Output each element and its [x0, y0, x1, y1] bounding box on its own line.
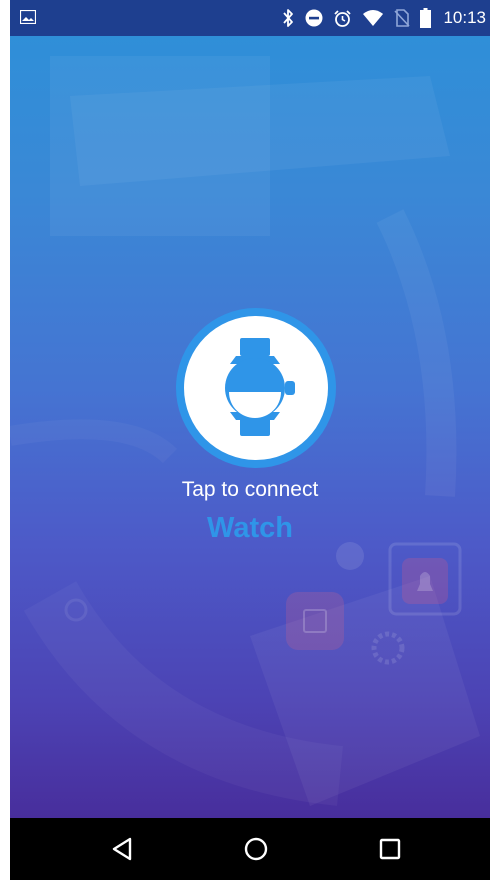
phone-screen: 10:13 Tap to connect Watch: [10, 0, 490, 880]
back-button[interactable]: [103, 829, 143, 869]
watch-icon: [225, 338, 295, 436]
home-button[interactable]: [236, 829, 276, 869]
clock-time: 10:13: [443, 8, 486, 27]
back-icon: [112, 837, 132, 861]
do-not-disturb-icon: [305, 9, 323, 27]
connect-screen: Tap to connect Watch: [10, 36, 490, 818]
status-bar: 10:13: [10, 0, 490, 36]
status-icons: 10:13: [281, 0, 486, 36]
device-name-label[interactable]: Watch: [10, 512, 490, 545]
tap-to-connect-label: Tap to connect: [181, 478, 319, 501]
bluetooth-icon: [283, 9, 294, 27]
recents-icon: [379, 838, 401, 860]
navigation-bar: [10, 818, 490, 880]
recents-button[interactable]: [370, 829, 410, 869]
home-icon: [244, 837, 268, 861]
wifi-icon: [363, 10, 384, 26]
connect-watch-button[interactable]: [176, 308, 336, 468]
alarm-icon: [334, 9, 352, 27]
no-sim-icon: [394, 9, 411, 27]
image-icon: [20, 10, 36, 24]
battery-icon: [420, 8, 432, 28]
